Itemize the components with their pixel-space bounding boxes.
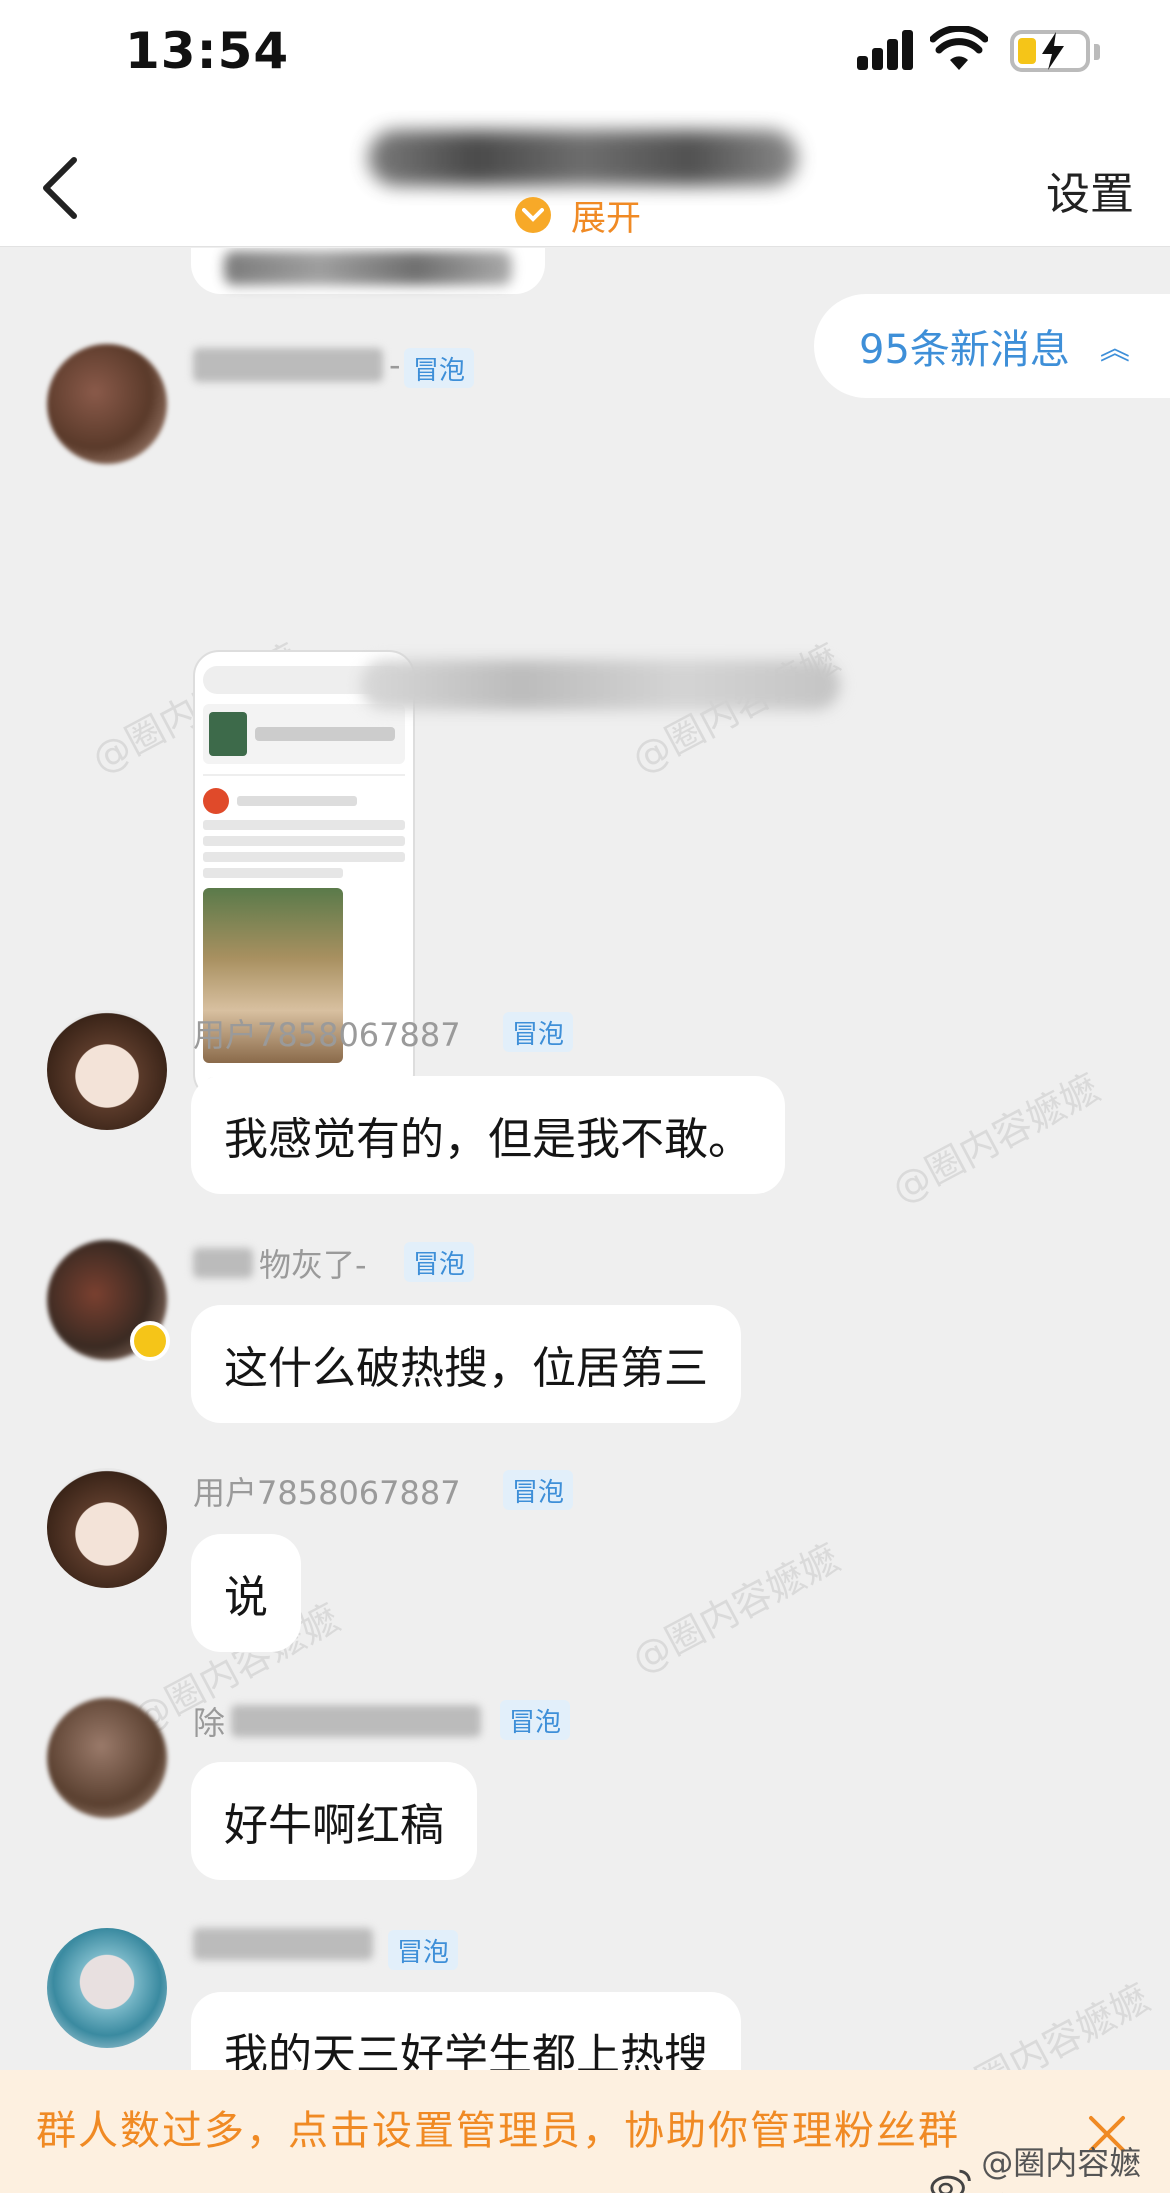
role-badge: 冒泡: [503, 1012, 574, 1052]
group-title-redacted: [368, 130, 798, 186]
wifi-icon: [930, 26, 988, 70]
role-badge: 冒泡: [404, 1242, 475, 1282]
sender-name: 用户7858067887: [193, 1016, 461, 1054]
watermark: @圈内容嬷嬷: [624, 1535, 847, 1682]
message-bubble-partial[interactable]: [191, 248, 545, 294]
avatar[interactable]: [47, 1928, 167, 2048]
expand-button[interactable]: 展开: [515, 193, 641, 239]
message-bubble[interactable]: 这什么破热搜，位居第三: [191, 1305, 741, 1423]
chat-header: 展开 设置: [0, 110, 1170, 247]
new-messages-label: 95条新消息: [859, 327, 1070, 373]
sender-name: 用户7858067887: [193, 1474, 461, 1512]
message-bubble[interactable]: 说: [191, 1534, 301, 1652]
role-badge: 冒泡: [500, 1700, 571, 1740]
avatar[interactable]: [47, 344, 167, 464]
role-badge: 冒泡: [404, 348, 475, 388]
status-time: 13:54: [125, 22, 290, 80]
banner-text[interactable]: 群人数过多，点击设置管理员，协助你管理粉丝群: [36, 2098, 960, 2156]
sender-name: 除: [193, 1698, 482, 1744]
message-bubble[interactable]: 我的天三好学生都上热搜: [191, 1992, 741, 2070]
message-bubble[interactable]: 我感觉有的，但是我不敢。: [191, 1076, 785, 1194]
expand-label: 展开: [571, 198, 642, 239]
weibo-credit: @圈内容嬷嬷: [930, 2138, 1170, 2193]
chevron-down-icon: [515, 197, 551, 233]
settings-button[interactable]: 设置: [1046, 158, 1134, 222]
redacted-text: [224, 251, 512, 285]
battery-cap: [1094, 44, 1100, 60]
sender-name: [193, 1928, 373, 1960]
role-badge: 冒泡: [503, 1470, 574, 1510]
watermark: @圈内容嬷嬷: [934, 1975, 1157, 2070]
weibo-logo-icon: [930, 2169, 971, 2193]
avatar[interactable]: [47, 1010, 167, 1130]
new-messages-button[interactable]: 95条新消息 ︽: [814, 294, 1170, 398]
status-bar: 13:54: [0, 0, 1170, 110]
signal-icon: [857, 30, 915, 70]
vip-badge-icon: [130, 1321, 170, 1361]
double-chevron-up-icon: ︽: [1099, 332, 1130, 367]
avatar[interactable]: [47, 1468, 167, 1588]
role-badge: 冒泡: [388, 1930, 459, 1970]
back-icon[interactable]: [34, 152, 94, 222]
system-notice-redacted: [360, 660, 840, 710]
battery-icon: [1010, 30, 1090, 72]
avatar[interactable]: [47, 1698, 167, 1818]
sender-name: -: [193, 346, 401, 384]
message-bubble[interactable]: 好牛啊红稿: [191, 1762, 477, 1880]
watermark: @圈内容嬷嬷: [884, 1065, 1107, 1212]
chat-area[interactable]: @圈内容嬷嬷 @圈内容嬷嬷 @圈内容嬷嬷 @圈内容嬷嬷 @圈内容嬷嬷 @圈内容嬷…: [0, 248, 1170, 2070]
sender-name: 物灰了-: [193, 1240, 367, 1286]
